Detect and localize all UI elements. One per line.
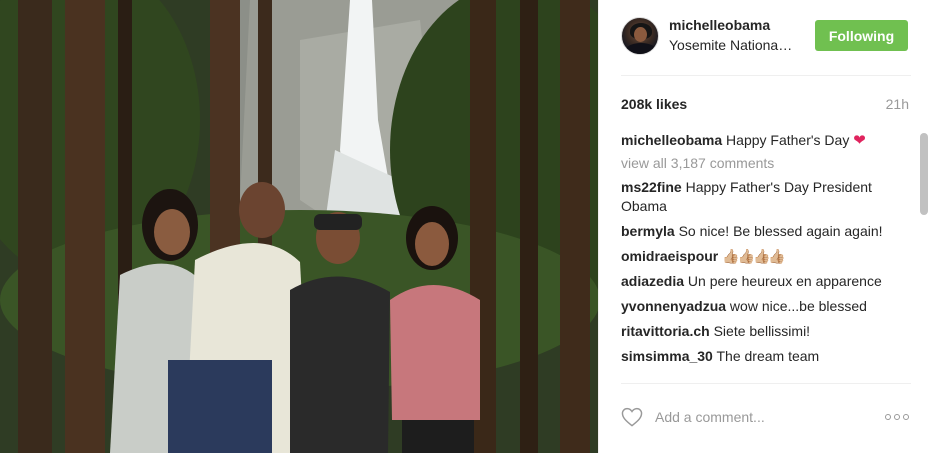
comment-username[interactable]: omidraeispour [621,248,718,264]
caption-text: Happy Father's Day [726,132,854,148]
add-comment-input[interactable] [655,409,865,425]
comment-username[interactable]: adiazedia [621,273,684,289]
comment-item: adiazedia Un pere heureux en apparence [621,272,911,291]
comment-username[interactable]: ritavittoria.ch [621,323,710,339]
more-dot [903,414,909,420]
avatar-shoulders [625,43,657,54]
red-heart-emoji-icon: ❤ [853,132,866,149]
comment-text: Un pere heureux en apparence [687,273,882,289]
comment-text: So nice! Be blessed again again! [678,223,883,239]
comments-list: michelleobama Happy Father's Day ❤ view … [621,131,911,383]
header-divider [621,75,911,76]
more-dot [885,414,891,420]
view-all-comments-link[interactable]: view all 3,187 comments [621,154,911,173]
comment-text: 👍🏼👍🏼👍🏼👍🏼 [722,248,786,264]
comment-username[interactable]: yvonnenyadzua [621,298,726,314]
comment-item: yvonnenyadzua wow nice...be blessed [621,297,911,316]
comments-scrollbar-thumb[interactable] [920,133,928,215]
avatar[interactable] [621,17,659,55]
more-dot [894,414,900,420]
actions-divider [621,383,911,384]
username-link[interactable]: michelleobama [669,17,770,33]
likes-count[interactable]: 208k likes [621,96,687,112]
yosemite-family-photo [0,0,598,453]
post-header: michelleobama Yosemite Nationa… Followin… [599,0,933,76]
comment-username[interactable]: simsimma_30 [621,348,713,364]
caption-username[interactable]: michelleobama [621,132,722,148]
comment-text: The dream team [716,348,820,364]
comment-item: bermyla So nice! Be blessed again again! [621,222,911,241]
more-options-icon[interactable] [885,414,909,422]
heart-outline-icon[interactable] [621,407,643,427]
comment-item: simsimma_30 The dream team [621,347,911,366]
following-button[interactable]: Following [815,20,908,51]
comment-text: wow nice...be blessed [729,298,867,314]
location-link[interactable]: Yosemite Nationa… [669,37,803,53]
comment-text: Siete bellissimi! [713,323,811,339]
post-photo[interactable] [0,0,598,453]
comment-username[interactable]: ms22fine [621,179,682,195]
caption: michelleobama Happy Father's Day ❤ [621,131,911,150]
instagram-post: michelleobama Yosemite Nationa… Followin… [0,0,933,453]
avatar-face [634,27,647,42]
comment-item: ritavittoria.ch Siete bellissimi! [621,322,911,341]
comment-item: omidraeispour 👍🏼👍🏼👍🏼👍🏼 [621,247,911,266]
comment-username[interactable]: bermyla [621,223,675,239]
post-timestamp[interactable]: 21h [886,96,909,112]
comment-item: ms22fine Happy Father's Day President Ob… [621,178,911,216]
post-sidebar: michelleobama Yosemite Nationa… Followin… [598,0,933,453]
